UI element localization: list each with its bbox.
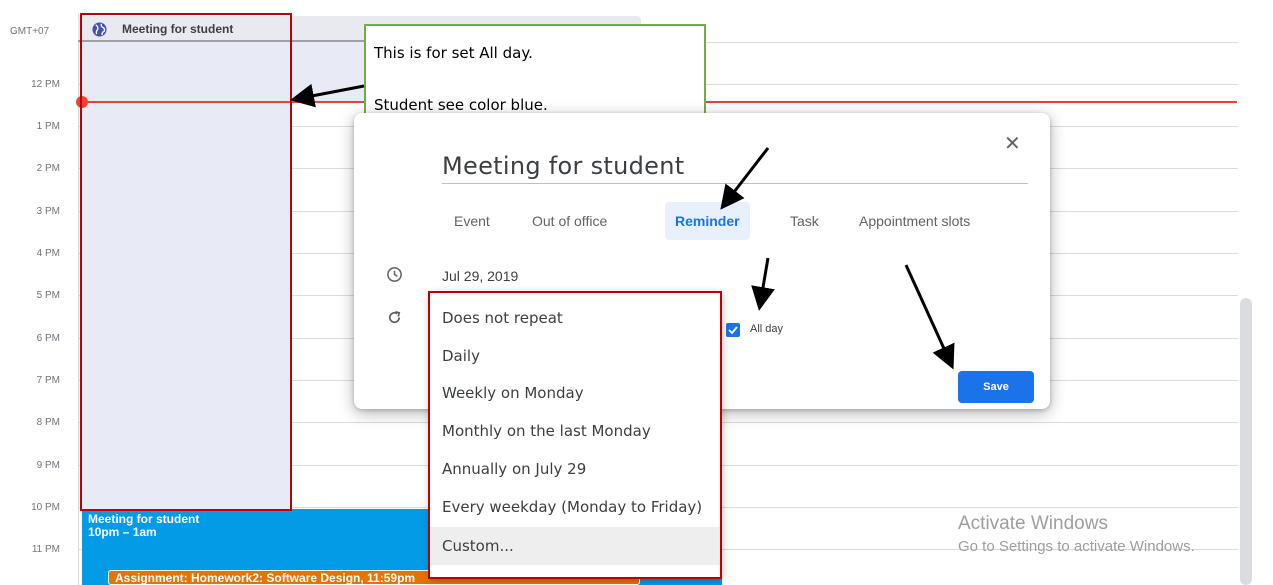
tab-appointment-slots[interactable]: Appointment slots xyxy=(849,202,980,240)
hour-label: 5 PM xyxy=(36,290,60,301)
clock-icon xyxy=(387,267,402,282)
date-field[interactable]: Jul 29, 2019 xyxy=(442,268,518,284)
hour-label: 7 PM xyxy=(36,375,60,386)
highlight-box-repeat xyxy=(428,291,722,579)
hour-label: 3 PM xyxy=(36,206,60,217)
scrollbar[interactable] xyxy=(1240,298,1252,585)
callout-line: Student see color blue. xyxy=(374,96,548,114)
event-time: 10pm – 1am xyxy=(88,525,157,539)
hour-label: 11 PM xyxy=(31,544,60,555)
highlight-box-allday xyxy=(80,13,292,511)
hour-label: 2 PM xyxy=(36,163,60,174)
tab-out-of-office[interactable]: Out of office xyxy=(522,202,617,240)
tab-task[interactable]: Task xyxy=(780,202,829,240)
close-icon[interactable]: ✕ xyxy=(1004,131,1021,156)
allday-label: All day xyxy=(750,323,784,335)
allday-checkbox[interactable] xyxy=(726,323,740,337)
hour-label: 4 PM xyxy=(36,248,60,259)
hour-label: 12 PM xyxy=(31,79,60,90)
event-title: Meeting for student xyxy=(88,512,200,526)
event-title-input[interactable]: Meeting for student xyxy=(442,152,684,180)
windows-activation-watermark: Activate Windows Go to Settings to activ… xyxy=(958,513,1195,555)
watermark-title: Activate Windows xyxy=(958,513,1108,534)
hour-label: 9 PM xyxy=(36,460,60,471)
watermark-subtitle: Go to Settings to activate Windows. xyxy=(958,538,1195,555)
timezone-label: GMT+07 xyxy=(10,26,50,37)
tab-event[interactable]: Event xyxy=(444,202,500,240)
save-button[interactable]: Save xyxy=(958,371,1034,403)
hour-label: 10 PM xyxy=(31,502,60,513)
title-underline xyxy=(442,183,1028,184)
hour-label: 8 PM xyxy=(36,417,60,428)
hour-label: 6 PM xyxy=(36,333,60,344)
tab-reminder[interactable]: Reminder xyxy=(665,202,750,240)
callout-line: This is for set All day. xyxy=(374,44,533,62)
repeat-icon xyxy=(388,311,401,324)
hour-label: 1 PM xyxy=(36,121,60,132)
